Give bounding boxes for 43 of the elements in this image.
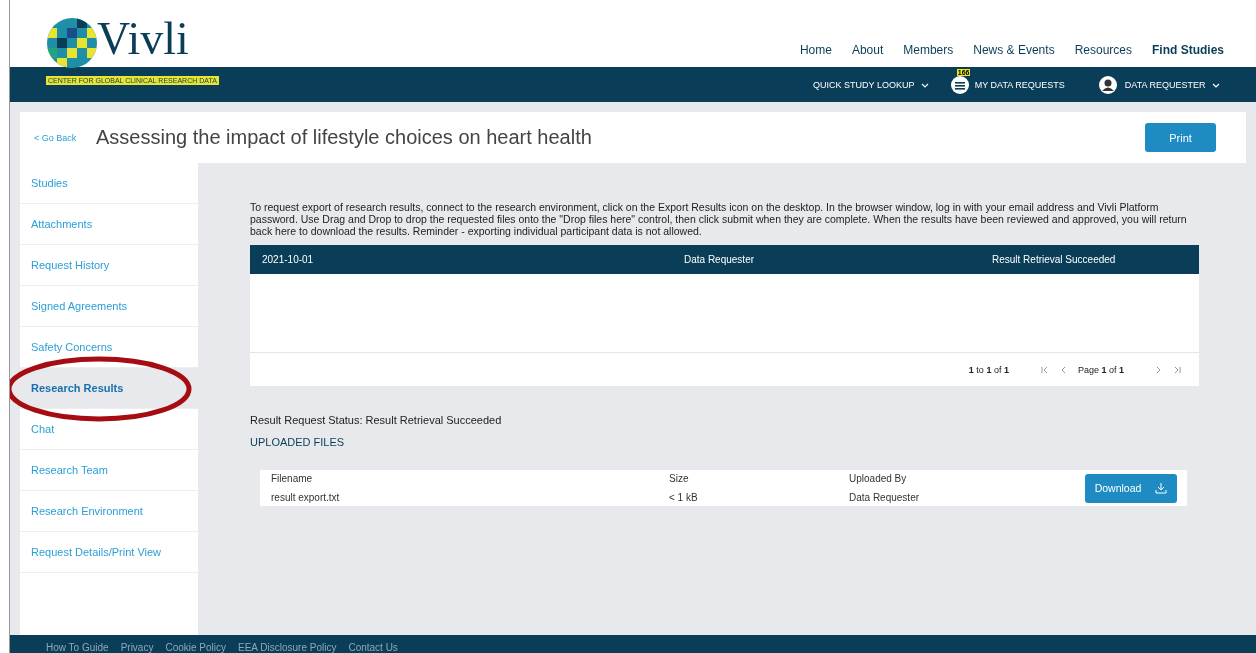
last-page-icon[interactable] <box>1173 365 1181 374</box>
nav-link[interactable]: Members <box>903 43 954 57</box>
logo-wordmark: Vivli <box>97 16 189 62</box>
column-header: Filename <box>271 473 314 485</box>
user-avatar-icon <box>1098 75 1117 94</box>
list-icon <box>950 75 969 94</box>
page-title: Assessing the impact of lifestyle choices on heart health <box>96 126 593 149</box>
table-cell-text: Result Retrieval Succeeded <box>991 254 1116 266</box>
table-cell-text: result export.txt <box>271 492 341 504</box>
footer-link[interactable]: EEA Disclosure Policy <box>238 643 337 653</box>
nav-link[interactable]: Resources <box>1074 43 1132 57</box>
nav-link[interactable]: Find Studies <box>1152 43 1224 57</box>
quick-study-lookup-menu[interactable]: QUICK STUDY LOOKUP <box>813 79 929 90</box>
my-data-requests-link[interactable]: MY DATA REQUESTS <box>974 79 1065 90</box>
table-cell-text: 2021-10-01 <box>261 254 315 266</box>
instructions-text: To request export of research results, connect to the research environment, click on the Export Results icon on the desktop. In the browser window, log in with your email address and Vivli Platform password. Use Drag and Drop to drop the requested files onto the "Drop files here" control, then click submit when they are complete. When the results have been reviewed and approved, you will return back here to download the results. Reminder - exporting individual participant data is not allowed. <box>250 201 1188 238</box>
footer-link[interactable]: Privacy <box>120 643 154 653</box>
table-cell-text: < 1 kB <box>669 492 699 504</box>
print-button[interactable]: Print <box>1145 123 1216 152</box>
nav-link[interactable]: About <box>851 43 884 57</box>
footer-link[interactable]: Contact Us <box>348 643 398 653</box>
footer-link[interactable]: Cookie Policy <box>165 643 227 653</box>
row-count: 1 to 1 of 1 <box>968 364 1009 375</box>
column-header: Uploaded By <box>849 473 908 485</box>
user-menu[interactable]: DATA REQUESTER <box>1124 79 1220 90</box>
nav-link[interactable]: News & Events <box>973 43 1055 57</box>
table-cell-text: Data Requester <box>683 254 756 266</box>
first-page-icon[interactable] <box>1040 365 1049 374</box>
sidebar-item[interactable]: Research Results <box>20 368 198 409</box>
status-text: Result Request Status: Result Retrieval Succeeded <box>250 414 503 427</box>
section-heading: UPLOADED FILES <box>250 436 346 449</box>
table-cell-text: Data Requester <box>849 492 921 504</box>
chevron-down-icon <box>920 82 929 88</box>
download-icon <box>1155 482 1168 495</box>
previous-page-icon[interactable] <box>1060 365 1066 374</box>
next-page-icon[interactable] <box>1156 365 1161 374</box>
nav-link[interactable]: Home <box>799 43 832 57</box>
chevron-down-icon <box>1212 82 1220 88</box>
download-button[interactable]: Download <box>1085 473 1177 503</box>
footer-link[interactable]: How To Guide <box>46 643 109 653</box>
column-header: Size <box>669 473 690 485</box>
go-back-link[interactable]: < Go Back <box>34 132 96 143</box>
page-indicator: Page 1 of 1 <box>1077 364 1124 375</box>
